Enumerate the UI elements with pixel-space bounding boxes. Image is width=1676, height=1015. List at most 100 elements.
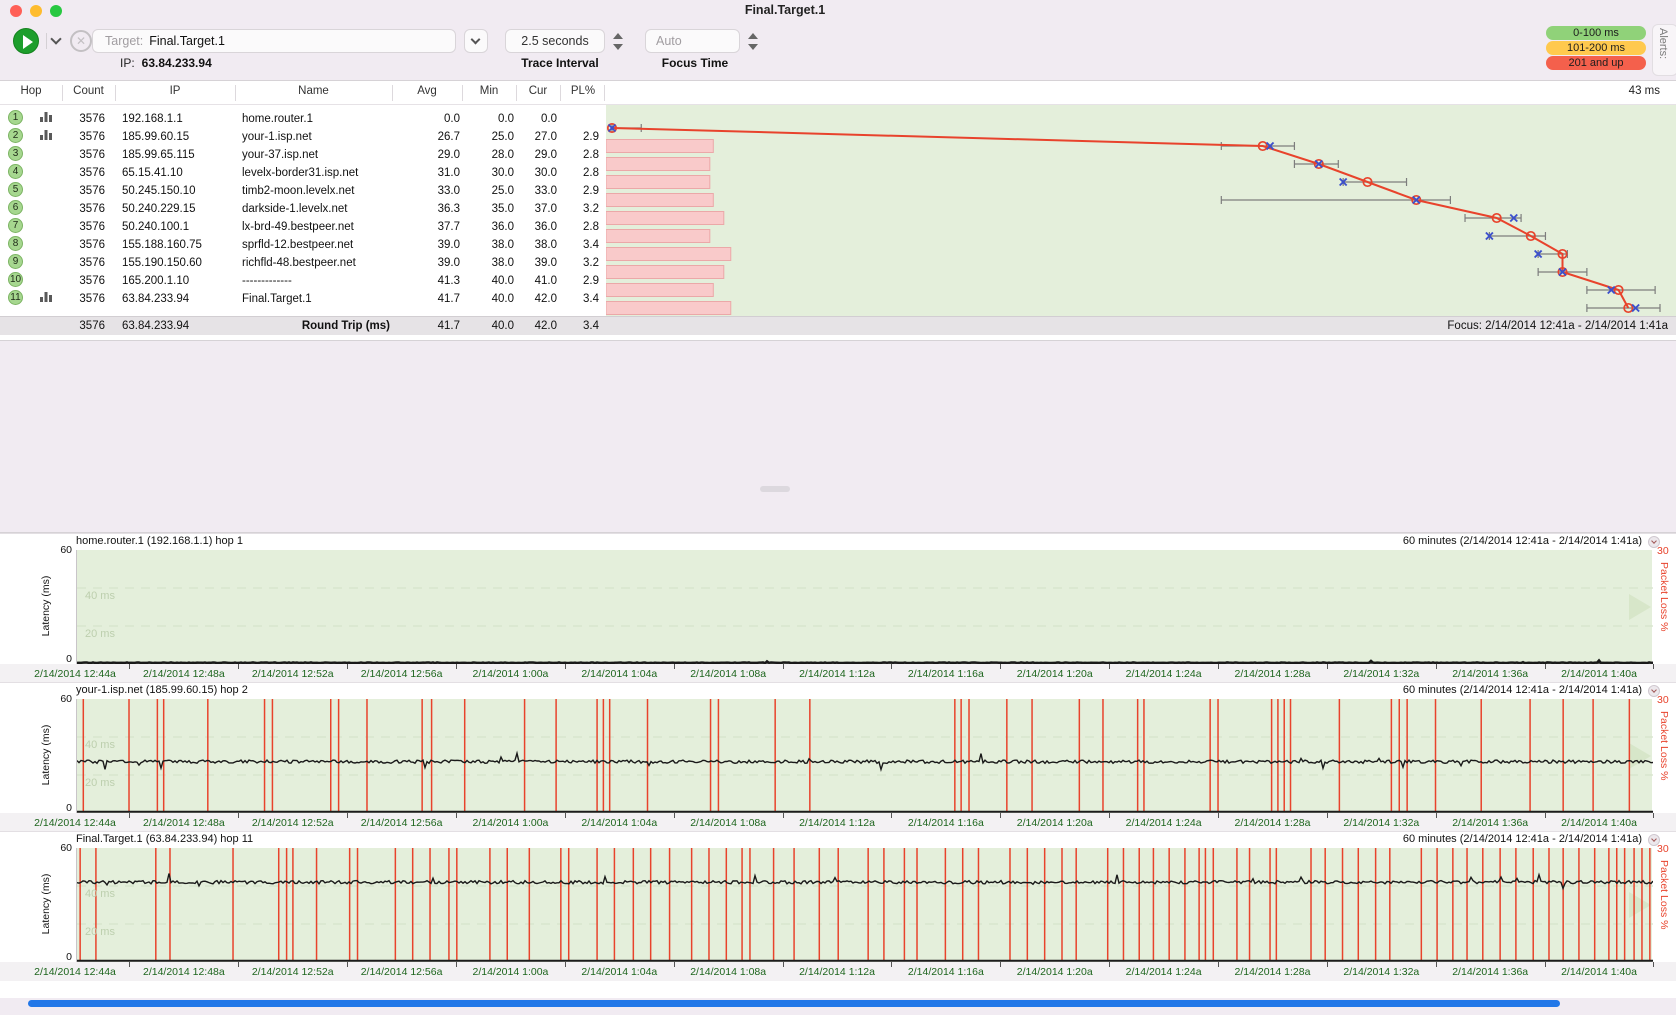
start-trace-button[interactable] [13,28,39,54]
hop-packet-loss: 2.8 [583,221,599,233]
target-input-label: Target: [105,34,144,48]
start-options-chevron-icon[interactable] [50,33,62,45]
column-header-count[interactable]: Count [62,85,115,97]
hop-avg: 37.7 [437,221,460,233]
timeline-plot[interactable]: 40 ms 20 ms [76,848,1653,962]
hop-table-row[interactable]: 6 3576 50.240.229.15 darkside-1.levelx.net 3… [0,200,640,218]
app-window: { "titlebar": { "title": "Final.Target.1… [0,0,1676,1015]
hop-table-row[interactable]: 10 3576 165.200.1.10 ------------- 41.3 40.0 4… [0,272,640,290]
hop-name: your-1.isp.net [242,131,312,143]
loss-axis-max-label: 30 [1657,843,1669,855]
round-trip-summary-row: 3576 63.84.233.94 Round Trip (ms) 41.7 4… [0,316,1676,335]
hop-min: 38.0 [491,239,514,251]
gridline-20ms-label: 20 ms [85,628,115,640]
hop-min: 30.0 [491,167,514,179]
hop-min: 35.0 [491,203,514,215]
hop-table-row[interactable]: 5 3576 50.245.150.10 timb2-moon.levelx.net 3… [0,182,640,200]
hop-number-badge: 2 [8,128,23,143]
timeline-plot[interactable]: 40 ms 20 ms [76,699,1653,813]
rt-label: Round Trip (ms) [301,320,390,332]
hop-cur: 27.0 [534,131,557,143]
alerts-drawer-label: Alerts: [1657,28,1669,60]
hop-packet-loss: 2.8 [583,167,599,179]
hop-min: 40.0 [491,293,514,305]
timeline-plot[interactable]: 40 ms 20 ms [76,550,1653,664]
column-header-ip[interactable]: IP [115,85,235,97]
hop-name: your-37.isp.net [242,149,319,161]
time-axis-strip: 2/14/2014 12:44a 2/14/2014 12:48a 2/14/201… [0,664,1676,683]
hop-cur: 38.0 [534,239,557,251]
hop-name: home.router.1 [242,113,313,125]
stop-trace-button[interactable]: ✕ [70,30,92,52]
hop-trace-chart[interactable] [606,105,1676,316]
hop-cur: 29.0 [534,149,557,161]
timeline-plot-canvas [77,848,1653,962]
hop-min: 0.0 [498,113,514,125]
timeline-graph-title: your-1.isp.net (185.99.60.15) hop 2 [76,684,248,696]
column-header-pl[interactable]: PL% [560,85,606,97]
hop-count: 3576 [79,221,105,233]
target-dropdown-button[interactable] [464,29,488,53]
loss-axis-title: Packet Loss % [1658,711,1670,781]
hop-number-badge: 4 [8,164,23,179]
hop-table-row[interactable]: 1 3576 192.168.1.1 home.router.1 0.0 0.0 0.0 [0,110,640,128]
hop-cur: 33.0 [534,185,557,197]
hop-number-badge: 8 [8,236,23,251]
hop-avg: 41.3 [437,275,460,287]
hop-avg: 36.3 [437,203,460,215]
loss-axis-title: Packet Loss % [1658,562,1670,632]
column-separator [462,85,463,101]
table-header-row: Hop Count IP Name Avg Min Cur PL% 43 ms [0,81,1676,105]
gridline-20ms-label: 20 ms [85,926,115,938]
target-input[interactable]: Target: Final.Target.1 [92,29,456,53]
hop-table-row[interactable]: 8 3576 155.188.160.75 sprfld-12.bestpeer.ne… [0,236,640,254]
chevron-down-icon [1651,836,1657,842]
hop-count: 3576 [79,131,105,143]
trace-interval-stepper[interactable] [611,31,624,52]
hop-number-badge: 5 [8,182,23,197]
horizontal-scrollbar-track [0,994,1676,1014]
column-header-avg[interactable]: Avg [392,85,462,97]
hop-number-badge: 3 [8,146,23,161]
hop-table-row[interactable]: 3 3576 185.99.65.115 your-37.isp.net 29.0 28.… [0,146,640,164]
hop-name: lx-brd-49.bestpeer.net [242,221,354,233]
focus-time-stepper[interactable] [746,31,759,52]
hop-table-row[interactable]: 4 3576 65.15.41.10 levelx-border31.isp.net 3… [0,164,640,182]
hop-cur: 0.0 [541,113,557,125]
time-tick-label: 2/14/2014 1:40a [1561,966,1637,978]
hop-count: 3576 [79,257,105,269]
hop-avg: 26.7 [437,131,460,143]
column-header-cur[interactable]: Cur [516,85,560,97]
column-header-hop[interactable]: Hop [0,85,62,97]
hop-count: 3576 [79,185,105,197]
gridline-40ms-label: 40 ms [85,590,115,602]
graph-shown-icon [40,110,52,128]
hop-table-row[interactable]: 9 3576 155.190.150.60 richfld-48.bestpeer.n… [0,254,640,272]
hop-avg: 31.0 [437,167,460,179]
y-axis-title: Latency (ms) [40,575,52,637]
chevron-down-icon [470,34,481,45]
hop-ip: 50.245.150.10 [122,185,196,197]
toolbar-divider [46,33,47,49]
stepper-up-icon [748,33,758,39]
hop-table-row[interactable]: 2 3576 185.99.60.15 your-1.isp.net 26.7 25.0 2… [0,128,640,146]
gridline-20ms-label: 20 ms [85,777,115,789]
hop-table-row[interactable]: 7 3576 50.240.100.1 lx-brd-49.bestpeer.net 3… [0,218,640,236]
column-header-name[interactable]: Name [235,85,392,97]
hop-ip: 165.200.1.10 [122,275,190,287]
hop-avg: 0.0 [444,113,460,125]
alert-level-green-badge: 0-100 ms [1546,26,1646,40]
hop-min: 25.0 [491,131,514,143]
hop-table-row[interactable]: 11 3576 63.84.233.94 Final.Target.1 41.7 40.0… [0,290,640,308]
timeline-graph-header: your-1.isp.net (185.99.60.15) hop 2 60 m… [0,683,1676,699]
loss-axis-title: Packet Loss % [1658,860,1670,930]
hop-packet-loss: 2.9 [583,275,599,287]
hop-name: darkside-1.levelx.net [242,203,348,215]
trace-interval-input[interactable]: 2.5 seconds [505,29,605,53]
column-separator [62,85,63,101]
column-header-min[interactable]: Min [462,85,516,97]
horizontal-scrollbar-thumb[interactable] [28,1000,1560,1007]
focus-time-label: Focus Time [661,56,729,70]
panel-splitter-handle[interactable] [760,486,790,492]
focus-time-input[interactable]: Auto [645,29,740,53]
